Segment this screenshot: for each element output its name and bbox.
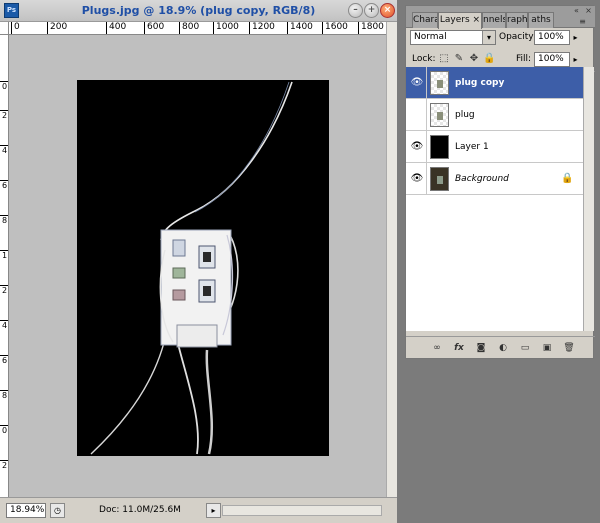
chevron-down-icon: ▾	[482, 31, 495, 44]
tab-paths[interactable]: aths	[528, 12, 554, 28]
horizontal-ruler[interactable]: 0 200 400 600 800 1000 1200 1400 1600 18…	[9, 22, 386, 35]
ruler-tick-label: 2	[0, 110, 8, 120]
tab-layers[interactable]: Layers ×	[438, 12, 482, 29]
document-vertical-scrollbar[interactable]	[386, 22, 397, 497]
layer-name: Background	[455, 174, 509, 184]
ruler-tick-label: 8	[0, 390, 8, 400]
ruler-tick-label: 400	[106, 22, 126, 34]
ruler-tick-label: 1600	[322, 22, 348, 34]
status-arrow-icon[interactable]: ▸	[206, 503, 221, 518]
lock-label: Lock:	[412, 54, 436, 64]
ruler-tick-label: 8	[0, 215, 8, 225]
ruler-tick-label: 6	[0, 355, 8, 365]
lock-all-icon[interactable]: 🔒	[483, 53, 495, 65]
fill-field[interactable]: 100%	[534, 52, 570, 67]
collapse-icon[interactable]: «	[572, 7, 581, 16]
document-title: Plugs.jpg @ 18.9% (plug copy, RGB/8)	[81, 4, 316, 17]
visibility-toggle[interactable]: 👁	[406, 131, 427, 163]
layer-row-background[interactable]: 👁 Background 🔒	[406, 163, 583, 195]
ruler-tick-label: 6	[0, 180, 8, 190]
close-icon[interactable]: ×	[380, 3, 395, 18]
document-image[interactable]	[77, 80, 329, 456]
opacity-field[interactable]: 100%	[534, 30, 570, 45]
minimize-icon[interactable]: –	[348, 3, 363, 18]
ruler-tick-label: 4	[0, 145, 8, 155]
visibility-toggle[interactable]	[406, 99, 427, 131]
adjustment-icon[interactable]: ◐	[496, 342, 510, 354]
ruler-origin[interactable]	[0, 22, 9, 35]
document-titlebar[interactable]: Ps Plugs.jpg @ 18.9% (plug copy, RGB/8) …	[0, 0, 397, 22]
link-icon[interactable]: ∞	[430, 342, 444, 354]
tab-character[interactable]: Chara	[412, 12, 438, 28]
layer-thumbnail	[430, 167, 449, 191]
tab-layers-label: Layers	[439, 15, 470, 25]
lock-transparent-icon[interactable]: ⬚	[438, 53, 450, 65]
blend-mode-value: Normal	[414, 32, 447, 42]
zoom-level-field[interactable]: 18.94%	[6, 503, 46, 518]
layer-name: plug	[455, 110, 475, 120]
blend-mode-select[interactable]: Normal ▾	[410, 30, 496, 45]
ruler-tick-label: 4	[0, 320, 8, 330]
ruler-tick-label: 600	[144, 22, 164, 34]
layer-name: Layer 1	[455, 142, 489, 152]
opacity-slider-arrow-icon[interactable]: ▸	[571, 30, 580, 45]
trash-icon[interactable]: 🗑	[562, 342, 576, 354]
document-horizontal-scrollbar[interactable]	[222, 505, 382, 516]
lock-move-icon[interactable]: ✥	[468, 53, 480, 65]
ruler-tick-label: 200	[47, 22, 67, 34]
status-bar: 18.94% ◷ Doc: 11.0M/25.6M ▸	[0, 497, 397, 523]
mask-icon[interactable]: ◙	[474, 342, 488, 354]
layers-footer: ∞ fx ◙ ◐ ▭ ▣ 🗑	[406, 336, 595, 358]
eye-icon: 👁	[410, 141, 424, 152]
layer-row-plug-copy[interactable]: 👁 plug copy	[406, 67, 583, 99]
plug-image	[90, 81, 293, 455]
layer-thumbnail	[430, 71, 449, 95]
layers-panel: « × Chara Layers × nnels raph aths ≡ Nor…	[405, 5, 595, 359]
ruler-tick-label: 1200	[249, 22, 275, 34]
panel-tabs: « × Chara Layers × nnels raph aths ≡	[406, 6, 595, 29]
blend-row: Normal ▾ Opacity: 100% ▸	[406, 28, 595, 50]
eye-icon: 👁	[410, 173, 424, 184]
group-folder-icon[interactable]: ▭	[518, 342, 532, 354]
layers-scrollbar[interactable]	[583, 67, 594, 331]
visibility-toggle[interactable]: 👁	[406, 163, 427, 195]
visibility-toggle[interactable]: 👁	[406, 67, 427, 99]
ruler-tick-label: 0	[0, 81, 8, 91]
ruler-tick-label: 1800	[358, 22, 384, 34]
status-menu-icon[interactable]: ◷	[50, 503, 65, 518]
ruler-tick-label: 0	[11, 22, 20, 34]
opacity-label: Opacity:	[499, 32, 536, 42]
tab-channels[interactable]: nnels	[482, 12, 506, 28]
new-layer-icon[interactable]: ▣	[540, 342, 554, 354]
document-window: Ps Plugs.jpg @ 18.9% (plug copy, RGB/8) …	[0, 0, 397, 523]
ruler-tick-label: 2	[0, 460, 8, 470]
ruler-tick-label: 2	[0, 285, 8, 295]
vertical-ruler[interactable]: 0 2 4 6 8 1 2 4 6 8 0 2	[0, 35, 9, 497]
fill-label: Fill:	[516, 54, 532, 64]
ruler-tick-label: 800	[179, 22, 199, 34]
layer-name: plug copy	[455, 78, 505, 88]
tab-paragraph[interactable]: raph	[506, 12, 528, 28]
document-size-info: Doc: 11.0M/25.6M	[99, 505, 181, 515]
ruler-tick-label: 1400	[287, 22, 313, 34]
panel-close-icon[interactable]: ×	[584, 7, 593, 16]
ruler-tick-label: 0	[0, 425, 8, 435]
fx-icon[interactable]: fx	[452, 342, 466, 354]
layer-row-plug[interactable]: plug	[406, 99, 583, 131]
eye-icon: 👁	[410, 77, 424, 88]
layers-list: 👁 plug copy plug 👁 Layer 1 👁 Background …	[406, 67, 583, 331]
ruler-tick-label: 1000	[213, 22, 239, 34]
lock-icon: 🔒	[561, 173, 574, 184]
layer-thumbnail	[430, 135, 449, 159]
lock-brush-icon[interactable]: ✎	[453, 53, 465, 65]
maximize-icon[interactable]: +	[364, 3, 379, 18]
layer-thumbnail	[430, 103, 449, 127]
canvas-area[interactable]	[9, 35, 386, 497]
layer-row-layer-1[interactable]: 👁 Layer 1	[406, 131, 583, 163]
panel-menu-icon[interactable]: ≡	[578, 18, 587, 27]
ruler-tick-label: 1	[0, 250, 8, 260]
fill-slider-arrow-icon[interactable]: ▸	[571, 52, 580, 67]
